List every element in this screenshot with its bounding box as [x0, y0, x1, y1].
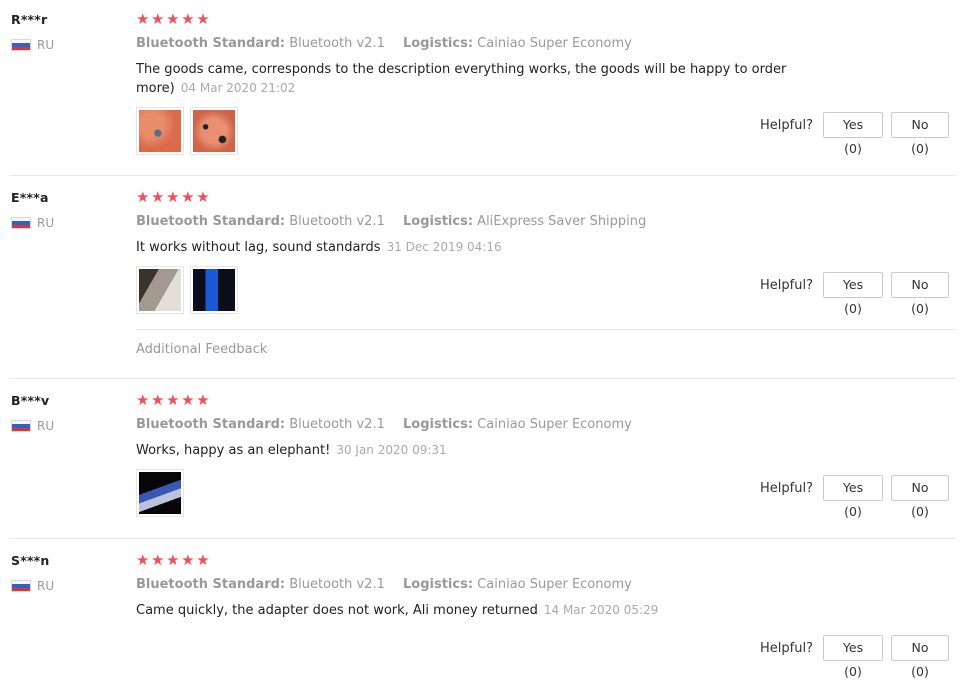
country-code: RU [37, 216, 55, 230]
helpful-yes-button[interactable]: Yes (0) [823, 635, 883, 679]
additional-feedback-link[interactable]: Additional Feedback [136, 342, 267, 357]
helpful-yes-button[interactable]: Yes (0) [823, 272, 883, 316]
review-photos [136, 469, 184, 517]
bluetooth-value: Bluetooth v2.1 [289, 36, 385, 51]
review-date: 31 Dec 2019 04:16 [386, 240, 502, 254]
review-text: It works without lag, sound standards 31 … [136, 238, 836, 257]
review-date: 14 Mar 2020 05:29 [543, 603, 659, 617]
photo-image [193, 110, 235, 152]
reviewer-country: RU [11, 216, 54, 230]
star-rating: ★★★★★ [136, 551, 212, 569]
review-item: S***n RU ★★★★★ Bluetooth Standard: Bluet… [0, 539, 956, 679]
reviewer-country: RU [11, 419, 54, 433]
star-rating: ★★★★★ [136, 10, 212, 28]
helpful-label: Helpful? [760, 640, 813, 656]
review-list: R***r RU ★★★★★ Bluetooth Standard: Bluet… [0, 0, 974, 679]
review-photo[interactable] [136, 469, 184, 517]
photo-image [193, 269, 235, 311]
helpful-label: Helpful? [760, 117, 813, 133]
review-attributes: Bluetooth Standard: Bluetooth v2.1 Logis… [136, 417, 632, 432]
review-date: 30 Jan 2020 09:31 [336, 443, 447, 457]
logistics-value: AliExpress Saver Shipping [477, 214, 647, 229]
feedback-divider [136, 329, 956, 330]
bluetooth-label: Bluetooth Standard: [136, 577, 286, 592]
logistics-label: Logistics: [403, 214, 474, 229]
review-date: 04 Mar 2020 21:02 [180, 81, 296, 95]
review-body: It works without lag, sound standards [136, 240, 381, 255]
helpful-controls: Helpful? Yes (0) No (0) [760, 635, 949, 679]
bluetooth-value: Bluetooth v2.1 [289, 214, 385, 229]
review-photo[interactable] [190, 107, 238, 155]
photo-image [139, 110, 181, 152]
review-attributes: Bluetooth Standard: Bluetooth v2.1 Logis… [136, 214, 646, 229]
review-text: Works, happy as an elephant! 30 Jan 2020 … [136, 441, 836, 460]
review-item: B***v RU ★★★★★ Bluetooth Standard: Bluet… [0, 379, 956, 539]
review-attributes: Bluetooth Standard: Bluetooth v2.1 Logis… [136, 36, 632, 51]
helpful-no-button[interactable]: No (0) [891, 112, 949, 156]
review-photo[interactable] [190, 266, 238, 314]
reviewer-name: R***r [11, 12, 48, 27]
logistics-value: Cainiao Super Economy [477, 577, 632, 592]
country-code: RU [37, 579, 55, 593]
logistics-value: Cainiao Super Economy [477, 417, 632, 432]
country-code: RU [37, 419, 55, 433]
review-attributes: Bluetooth Standard: Bluetooth v2.1 Logis… [136, 577, 632, 592]
review-body: Works, happy as an elephant! [136, 443, 331, 458]
review-item: R***r RU ★★★★★ Bluetooth Standard: Bluet… [0, 0, 956, 176]
russia-flag-icon [11, 580, 31, 592]
logistics-value: Cainiao Super Economy [477, 36, 632, 51]
helpful-label: Helpful? [760, 480, 813, 496]
bluetooth-label: Bluetooth Standard: [136, 214, 286, 229]
reviewer-country: RU [11, 579, 54, 593]
helpful-no-button[interactable]: No (0) [891, 475, 949, 519]
review-body: Came quickly, the adapter does not work,… [136, 603, 538, 618]
logistics-label: Logistics: [403, 36, 474, 51]
review-photo[interactable] [136, 266, 184, 314]
photo-image [139, 472, 181, 514]
star-rating: ★★★★★ [136, 391, 212, 409]
bluetooth-value: Bluetooth v2.1 [289, 417, 385, 432]
review-photos [136, 266, 238, 314]
bluetooth-label: Bluetooth Standard: [136, 417, 286, 432]
helpful-controls: Helpful? Yes (0) No (0) [760, 475, 949, 519]
review-photos [136, 107, 238, 155]
review-text: Came quickly, the adapter does not work,… [136, 601, 836, 620]
russia-flag-icon [11, 39, 31, 51]
helpful-controls: Helpful? Yes (0) No (0) [760, 112, 949, 156]
bluetooth-value: Bluetooth v2.1 [289, 577, 385, 592]
helpful-label: Helpful? [760, 277, 813, 293]
russia-flag-icon [11, 217, 31, 229]
reviewer-name: B***v [11, 393, 50, 408]
photo-image [139, 269, 181, 311]
logistics-label: Logistics: [403, 577, 474, 592]
review-photo[interactable] [136, 107, 184, 155]
helpful-no-button[interactable]: No (0) [891, 272, 949, 316]
helpful-controls: Helpful? Yes (0) No (0) [760, 272, 949, 316]
star-rating: ★★★★★ [136, 188, 212, 206]
helpful-no-button[interactable]: No (0) [891, 635, 949, 679]
reviewer-name: E***a [11, 190, 49, 205]
helpful-yes-button[interactable]: Yes (0) [823, 475, 883, 519]
reviewer-name: S***n [11, 553, 50, 568]
review-item: E***a RU ★★★★★ Bluetooth Standard: Bluet… [0, 176, 956, 379]
russia-flag-icon [11, 420, 31, 432]
reviewer-country: RU [11, 38, 54, 52]
helpful-yes-button[interactable]: Yes (0) [823, 112, 883, 156]
review-text: The goods came, corresponds to the descr… [136, 61, 836, 98]
country-code: RU [37, 38, 55, 52]
logistics-label: Logistics: [403, 417, 474, 432]
bluetooth-label: Bluetooth Standard: [136, 36, 286, 51]
